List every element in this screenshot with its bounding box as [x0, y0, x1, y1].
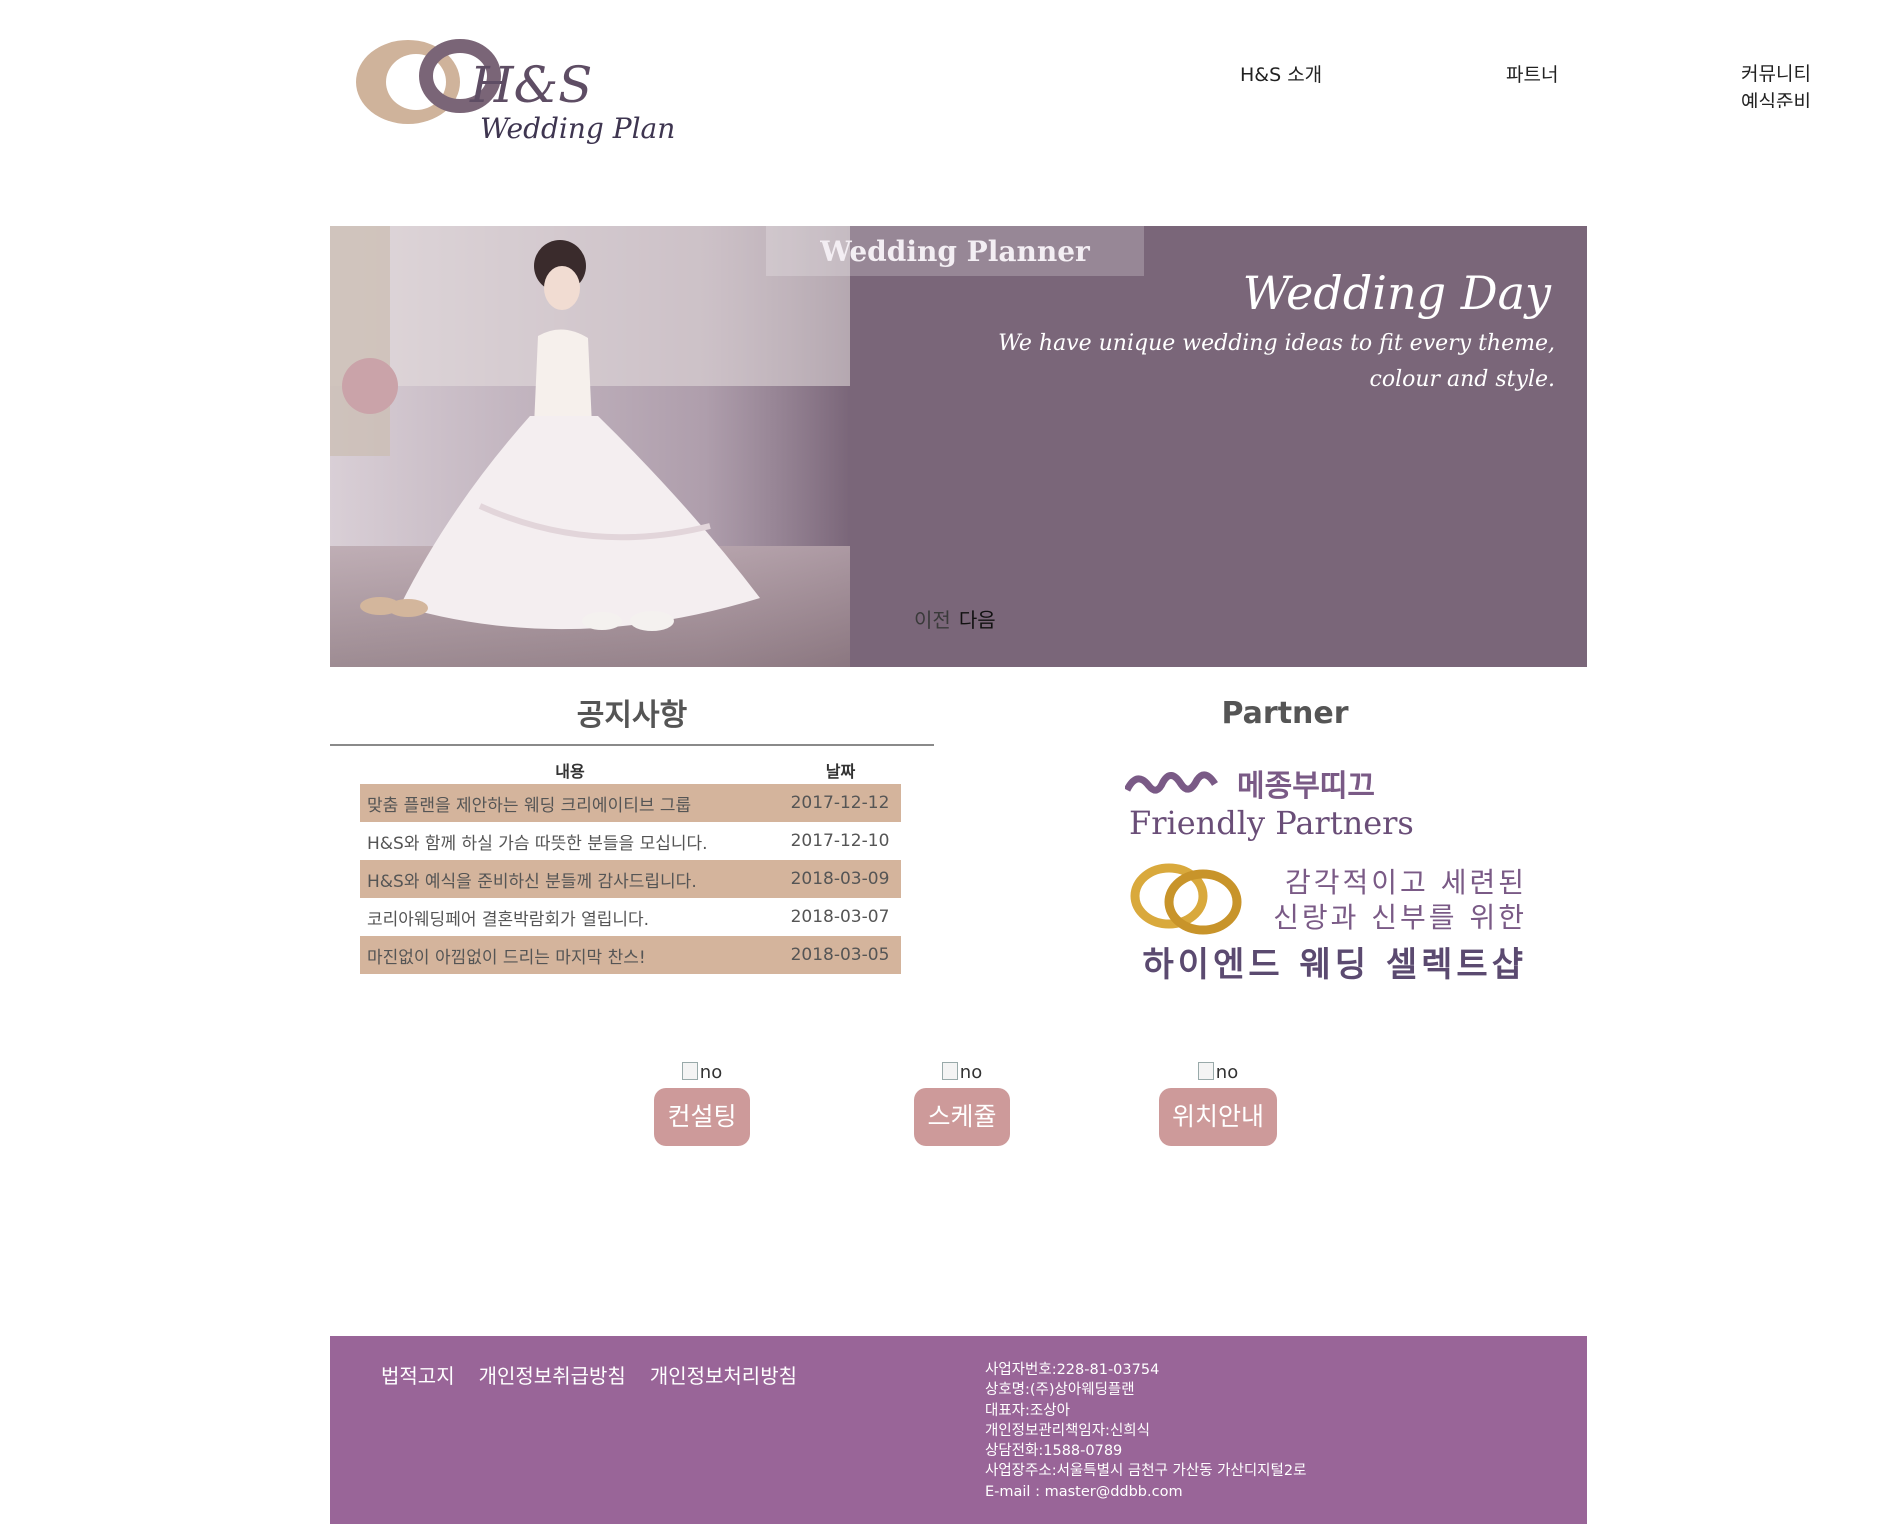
business-number: 사업자번호:228-81-03754 [985, 1362, 1160, 1378]
svg-text:H&S: H&S [469, 56, 592, 114]
notice-date: 2017-12-10 [790, 831, 890, 851]
banner-tab: Wedding Planner [766, 226, 1144, 276]
slider-controls: 이전 다음 [914, 604, 996, 633]
wedding-rings-icon [1130, 863, 1242, 935]
notice-date: 2018-03-05 [780, 936, 901, 974]
footer: 법적고지 개인정보취급방침 개인정보처리방침 사업자번호:228-81-03754 … [330, 1336, 1587, 1524]
banner-title: Wedding Day [1242, 266, 1551, 320]
notice-row[interactable]: 코리아웨딩페어 결혼박람회가 열립니다. 2018-03-07 [360, 898, 901, 936]
banner-subtitle-line2: colour and style. [1369, 367, 1556, 392]
notice-row[interactable]: H&S와 예식을 준비하신 분들께 감사드립니다. 2018-03-09 [360, 860, 901, 898]
privacy-officer: 개인정보관리책임자:신희식 [985, 1422, 1150, 1439]
notice-content[interactable]: H&S와 함께 하실 가슴 따뜻한 분들을 모십니다. [360, 822, 780, 860]
notice-row[interactable]: H&S와 함께 하실 가슴 따뜻한 분들을 모십니다. 2017-12-10 [360, 822, 901, 860]
next-button[interactable]: 다음 [959, 608, 996, 632]
footer-links: 법적고지 개인정보취급방침 개인정보처리방침 [381, 1360, 821, 1389]
nav-wedding-prep[interactable]: 예식준비 [1741, 88, 1851, 108]
notice-date: 2018-03-07 [790, 907, 890, 927]
consulting-button[interactable]: 컨설팅 [654, 1088, 750, 1146]
prev-button[interactable]: 이전 [914, 608, 951, 632]
company-name: 상호명:(주)상아웨딩플랜 [985, 1382, 1135, 1399]
svg-text:감각적이고 세련된: 감각적이고 세련된 [1285, 866, 1527, 899]
notice-date: 2017-12-12 [780, 784, 901, 822]
partner-title: Partner [1221, 696, 1349, 731]
svg-text:Wedding Plan: Wedding Plan [480, 112, 675, 145]
hero-banner: Wedding Planner Wedding Day We have uniq… [330, 226, 1587, 667]
banner-subtitle-line1: We have unique wedding ideas to fit ever… [998, 331, 1555, 356]
schedule-button[interactable]: 스케쥴 [914, 1088, 1010, 1146]
broken-image-icon: no [1154, 1062, 1282, 1084]
notice-row[interactable]: 맞춤 플랜을 제안하는 웨딩 크리에이티브 그룹 2017-12-12 [360, 784, 901, 822]
broken-image-icon: no [650, 1062, 754, 1084]
svg-text:메종부띠끄: 메종부띠끄 [1237, 769, 1375, 804]
svg-text:Friendly Partners: Friendly Partners [1129, 804, 1414, 842]
ceo-name: 대표자:조상아 [985, 1402, 1070, 1419]
nav-partner[interactable]: 파트너 [1506, 60, 1558, 87]
quick-location: no 위치안내 [1154, 1062, 1282, 1146]
svg-text:신랑과 신부를 위한: 신랑과 신부를 위한 [1273, 901, 1527, 934]
phone-number: 상담전화:1588-0789 [985, 1443, 1123, 1460]
notice-date: 2018-03-09 [780, 860, 901, 898]
notice-content[interactable]: 코리아웨딩페어 결혼박람회가 열립니다. [360, 898, 780, 936]
banner-subtitle: We have unique wedding ideas to fit ever… [995, 326, 1555, 398]
logo[interactable]: H&S Wedding Plan [350, 36, 690, 146]
notice-content[interactable]: 마진없이 아낌없이 드리는 마지막 찬스! [360, 936, 780, 974]
nav-about[interactable]: H&S 소개 [1240, 60, 1322, 87]
broken-image-icon: no [910, 1062, 1014, 1084]
bride-photo [330, 226, 850, 667]
location-button[interactable]: 위치안내 [1158, 1088, 1277, 1146]
partner-banner[interactable]: 메종부띠끄 Friendly Partners 감각적이고 세련된 신랑과 신부… [1125, 760, 1545, 990]
nav-community[interactable]: 커뮤니티 [1741, 60, 1851, 88]
company-info: 사업자번호:228-81-03754 상호명:(주)상아웨딩플랜 대표자:조상아… [985, 1360, 1306, 1502]
quick-consulting: no 컨설팅 [650, 1062, 754, 1146]
quick-schedule: no 스케쥴 [910, 1062, 1014, 1146]
notice-table: 내용 날짜 맞춤 플랜을 제안하는 웨딩 크리에이티브 그룹 2017-12-1… [360, 756, 901, 974]
svg-text:하이엔드 웨딩 셀렉트샵: 하이엔드 웨딩 셀렉트샵 [1143, 945, 1527, 985]
footer-link-privacy-handling[interactable]: 개인정보취급방침 [479, 1364, 626, 1388]
notice-row[interactable]: 마진없이 아낌없이 드리는 마지막 찬스! 2018-03-05 [360, 936, 901, 974]
footer-link-privacy-policy[interactable]: 개인정보처리방침 [650, 1364, 797, 1388]
email: E-mail : master@ddbb.com [985, 1483, 1183, 1500]
nav-community-menu: 커뮤니티 예식준비 [1741, 60, 1851, 108]
notice-content[interactable]: 맞춤 플랜을 제안하는 웨딩 크리에이티브 그룹 [360, 784, 780, 822]
notice-content[interactable]: H&S와 예식을 준비하신 분들께 감사드립니다. [360, 860, 780, 898]
notice-title: 공지사항 [576, 698, 688, 733]
footer-link-legal[interactable]: 법적고지 [381, 1364, 455, 1388]
col-header-content: 내용 [555, 762, 585, 781]
address: 사업장주소:서울특별시 금천구 가산동 가산디지털2로 [985, 1463, 1307, 1480]
notice-divider [330, 744, 934, 746]
partner-swirl-icon [1125, 771, 1218, 794]
col-header-date: 날짜 [825, 762, 856, 781]
